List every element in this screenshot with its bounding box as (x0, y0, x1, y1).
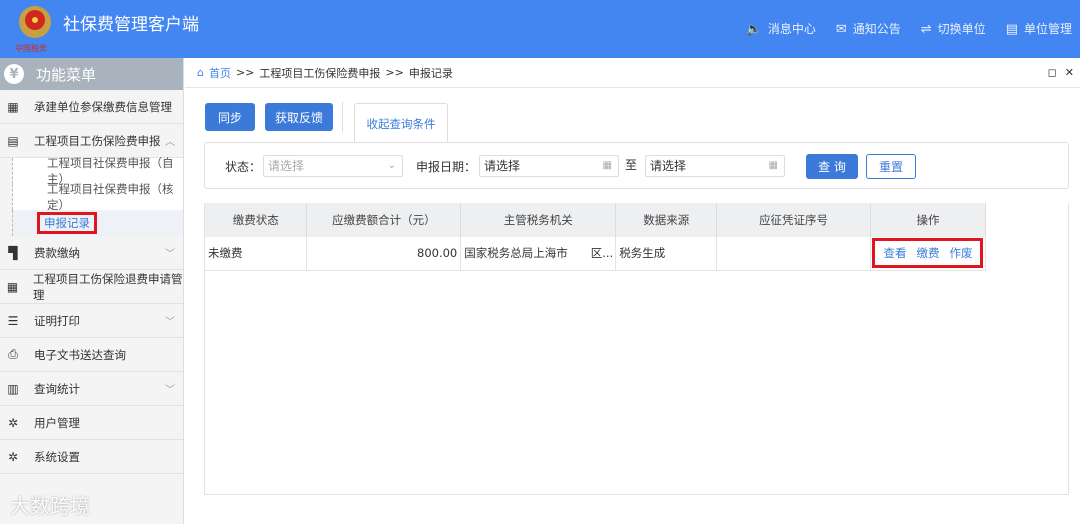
printer-icon: ⎙ (6, 347, 20, 362)
view-link[interactable]: 查看 (883, 245, 906, 261)
clipboard-icon: ▤ (6, 134, 20, 148)
sidebar-item-unit-info[interactable]: ▦承建单位参保缴费信息管理 (0, 90, 183, 124)
chevron-down-icon: ﹀ (165, 245, 175, 260)
table-header: 缴费状态 应缴费额合计（元） 主管税务机关 数据来源 应征凭证序号 操作 (205, 203, 986, 237)
sidebar-item-payment[interactable]: ▜费款缴纳﹀ (0, 236, 183, 270)
date-to-input[interactable]: 请选择▦ (645, 155, 785, 177)
sidebar-item-edoc[interactable]: ⎙电子文书送达查询 (0, 338, 183, 372)
breadcrumb-current: 申报记录 (409, 65, 453, 81)
breadcrumb-level1[interactable]: 工程项目工伤保险费申报 (259, 65, 380, 81)
chevron-up-icon: ︿ (165, 133, 175, 148)
yen-icon: ¥ (4, 64, 24, 84)
main-content: ⌂ 首页 >> 工程项目工伤保险费申报 >> 申报记录 ◻✕ 同步 获取反馈 收… (185, 58, 1080, 524)
unit-management-link[interactable]: ▤单位管理 (1006, 20, 1072, 37)
switch-icon: ⇌ (921, 22, 932, 37)
grid-icon: ▦ (6, 280, 19, 294)
sidebar-title: ¥功能菜单 (0, 58, 183, 90)
sidebar-item-stats[interactable]: ▥查询统计﹀ (0, 372, 183, 406)
sidebar-item-settings[interactable]: ✲系统设置 (0, 440, 183, 474)
query-button[interactable]: 查 询 (806, 154, 858, 179)
reset-button[interactable]: 重置 (866, 154, 916, 179)
sidebar-item-certificate[interactable]: ☰证明打印﹀ (0, 304, 183, 338)
maximize-icon[interactable]: ◻ (1048, 66, 1057, 79)
void-link[interactable]: 作废 (949, 245, 972, 261)
gear-icon: ✲ (6, 416, 20, 430)
sidebar-item-users[interactable]: ✲用户管理 (0, 406, 183, 440)
calendar-icon: ▦ (603, 156, 612, 176)
app-title: 社保费管理客户端 (63, 10, 199, 35)
switch-unit-link[interactable]: ⇌切换单位 (921, 20, 986, 37)
mail-icon: ✉ (836, 22, 847, 37)
sidebar-item-injury-declare[interactable]: ▤工程项目工伤保险费申报︿ (0, 124, 183, 158)
sidebar-subitem-verified[interactable]: 工程项目社保费申报（核定） (12, 184, 183, 210)
table-row: 未缴费 800.00 国家税务总局上海市 区... 税务生成 查看 缴费 作废 (205, 237, 986, 270)
message-center-link[interactable]: 🔈消息中心 (746, 20, 816, 37)
get-feedback-button[interactable]: 获取反馈 (265, 103, 333, 131)
svg-text:中国税务: 中国税务 (15, 43, 47, 53)
tax-emblem-logo: 中国税务 (12, 2, 58, 54)
list-icon: ☰ (6, 314, 20, 328)
home-icon: ⌂ (197, 66, 204, 79)
calendar-icon: ▦ (769, 156, 778, 176)
gear-icon: ✲ (6, 450, 20, 464)
speaker-icon: 🔈 (746, 22, 762, 37)
records-table: 缴费状态 应缴费额合计（元） 主管税务机关 数据来源 应征凭证序号 操作 未缴费… (204, 203, 1069, 495)
chevron-down-icon: ﹀ (165, 313, 175, 328)
chart-icon: ▥ (6, 382, 20, 396)
chevron-down-icon: ﹀ (165, 381, 175, 396)
sidebar-item-refund[interactable]: ▦工程项目工伤保险退费申请管理 (0, 270, 183, 304)
sidebar-subitem-records[interactable]: 申报记录 (12, 210, 183, 236)
pay-link[interactable]: 缴费 (916, 245, 939, 261)
row-actions: 查看 缴费 作废 (872, 238, 983, 268)
date-from-input[interactable]: 请选择▦ (479, 155, 619, 177)
watermark: 大数跨境 (10, 490, 90, 519)
sync-button[interactable]: 同步 (205, 103, 255, 131)
app-header: 中国税务 社保费管理客户端 🔈消息中心 ✉通知公告 ⇌切换单位 ▤单位管理 (0, 0, 1080, 58)
divider (342, 102, 343, 132)
bookmark-icon: ▜ (6, 246, 20, 260)
grid-icon: ▦ (6, 100, 20, 114)
notice-link[interactable]: ✉通知公告 (836, 20, 901, 37)
close-icon[interactable]: ✕ (1065, 66, 1074, 79)
filter-panel: 状态： 请选择⌄ 申报日期： 请选择▦ 至 请选择▦ 查 询 重置 (204, 142, 1069, 189)
breadcrumb: ⌂ 首页 >> 工程项目工伤保险费申报 >> 申报记录 ◻✕ (185, 58, 1080, 88)
breadcrumb-home[interactable]: 首页 (209, 65, 231, 81)
building-icon: ▤ (1006, 22, 1018, 37)
status-select[interactable]: 请选择⌄ (263, 155, 403, 177)
chevron-down-icon: ⌄ (388, 156, 396, 176)
sidebar: ¥功能菜单 ▦承建单位参保缴费信息管理 ▤工程项目工伤保险费申报︿ 工程项目社保… (0, 58, 184, 524)
collapse-query-tab[interactable]: 收起查询条件 (354, 103, 448, 143)
